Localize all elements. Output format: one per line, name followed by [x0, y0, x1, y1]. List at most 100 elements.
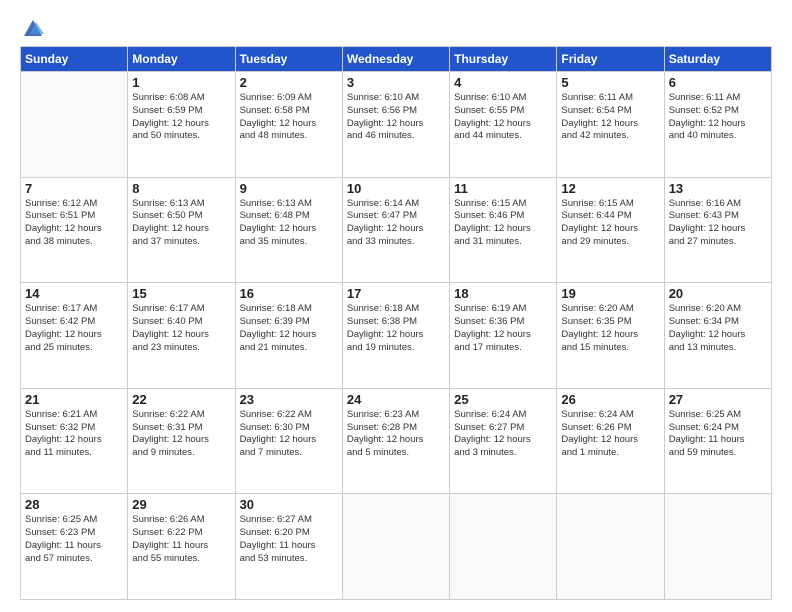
day-info: Sunrise: 6:24 AM Sunset: 6:26 PM Dayligh… — [561, 409, 659, 460]
day-info: Sunrise: 6:18 AM Sunset: 6:39 PM Dayligh… — [240, 303, 338, 354]
calendar-cell: 17 Sunrise: 6:18 AM Sunset: 6:38 PM Dayli… — [342, 283, 449, 389]
calendar-week-row: 7 Sunrise: 6:12 AM Sunset: 6:51 PM Daylig… — [21, 177, 772, 283]
calendar-cell: 5 Sunrise: 6:11 AM Sunset: 6:54 PM Daylig… — [557, 72, 664, 178]
day-number: 30 — [240, 497, 338, 512]
day-info: Sunrise: 6:15 AM Sunset: 6:44 PM Dayligh… — [561, 198, 659, 249]
day-number: 27 — [669, 392, 767, 407]
day-info: Sunrise: 6:11 AM Sunset: 6:52 PM Dayligh… — [669, 92, 767, 143]
calendar-cell — [557, 494, 664, 600]
day-info: Sunrise: 6:10 AM Sunset: 6:56 PM Dayligh… — [347, 92, 445, 143]
day-number: 25 — [454, 392, 552, 407]
calendar-cell — [342, 494, 449, 600]
day-info: Sunrise: 6:17 AM Sunset: 6:42 PM Dayligh… — [25, 303, 123, 354]
calendar-cell: 29Sunrise: 6:26 AM Sunset: 6:22 PM Dayli… — [128, 494, 235, 600]
day-number: 12 — [561, 181, 659, 196]
calendar-cell: 9Sunrise: 6:13 AM Sunset: 6:48 PM Daylig… — [235, 177, 342, 283]
calendar-week-row: 14 Sunrise: 6:17 AM Sunset: 6:42 PM Dayli… — [21, 283, 772, 389]
day-info: Sunrise: 6:26 AM Sunset: 6:22 PM Dayligh… — [132, 514, 230, 565]
day-number: 22 — [132, 392, 230, 407]
day-info: Sunrise: 6:14 AM Sunset: 6:47 PM Dayligh… — [347, 198, 445, 249]
day-number: 18 — [454, 286, 552, 301]
day-info: Sunrise: 6:27 AM Sunset: 6:20 PM Dayligh… — [240, 514, 338, 565]
calendar-cell — [21, 72, 128, 178]
day-number: 8 — [132, 181, 230, 196]
day-info: Sunrise: 6:20 AM Sunset: 6:34 PM Dayligh… — [669, 303, 767, 354]
day-number: 16 — [240, 286, 338, 301]
calendar-cell: 12 Sunrise: 6:15 AM Sunset: 6:44 PM Dayli… — [557, 177, 664, 283]
day-number: 26 — [561, 392, 659, 407]
day-number: 5 — [561, 75, 659, 90]
calendar-cell: 26 Sunrise: 6:24 AM Sunset: 6:26 PM Dayli… — [557, 388, 664, 494]
day-number: 1 — [132, 75, 230, 90]
calendar-cell: 25 Sunrise: 6:24 AM Sunset: 6:27 PM Dayli… — [450, 388, 557, 494]
day-info: Sunrise: 6:09 AM Sunset: 6:58 PM Dayligh… — [240, 92, 338, 143]
logo-icon — [22, 18, 44, 40]
day-info: Sunrise: 6:12 AM Sunset: 6:51 PM Dayligh… — [25, 198, 123, 249]
day-of-week-header: Sunday — [21, 47, 128, 72]
day-number: 14 — [25, 286, 123, 301]
day-info: Sunrise: 6:21 AM Sunset: 6:32 PM Dayligh… — [25, 409, 123, 460]
day-of-week-header: Tuesday — [235, 47, 342, 72]
day-number: 19 — [561, 286, 659, 301]
day-info: Sunrise: 6:16 AM Sunset: 6:43 PM Dayligh… — [669, 198, 767, 249]
calendar-cell: 30 Sunrise: 6:27 AM Sunset: 6:20 PM Dayli… — [235, 494, 342, 600]
calendar-cell: 10 Sunrise: 6:14 AM Sunset: 6:47 PM Dayli… — [342, 177, 449, 283]
day-info: Sunrise: 6:15 AM Sunset: 6:46 PM Dayligh… — [454, 198, 552, 249]
calendar-cell: 24Sunrise: 6:23 AM Sunset: 6:28 PM Dayli… — [342, 388, 449, 494]
calendar-cell: 3 Sunrise: 6:10 AM Sunset: 6:56 PM Daylig… — [342, 72, 449, 178]
day-number: 24 — [347, 392, 445, 407]
calendar-cell: 22 Sunrise: 6:22 AM Sunset: 6:31 PM Dayli… — [128, 388, 235, 494]
calendar-cell: 14 Sunrise: 6:17 AM Sunset: 6:42 PM Dayli… — [21, 283, 128, 389]
day-of-week-header: Saturday — [664, 47, 771, 72]
day-info: Sunrise: 6:18 AM Sunset: 6:38 PM Dayligh… — [347, 303, 445, 354]
calendar-cell: 23Sunrise: 6:22 AM Sunset: 6:30 PM Dayli… — [235, 388, 342, 494]
day-info: Sunrise: 6:13 AM Sunset: 6:50 PM Dayligh… — [132, 198, 230, 249]
day-number: 7 — [25, 181, 123, 196]
calendar-header-row: SundayMondayTuesdayWednesdayThursdayFrid… — [21, 47, 772, 72]
logo — [20, 18, 44, 38]
day-number: 3 — [347, 75, 445, 90]
day-info: Sunrise: 6:11 AM Sunset: 6:54 PM Dayligh… — [561, 92, 659, 143]
calendar-cell: 21 Sunrise: 6:21 AM Sunset: 6:32 PM Dayli… — [21, 388, 128, 494]
calendar-cell: 4 Sunrise: 6:10 AM Sunset: 6:55 PM Daylig… — [450, 72, 557, 178]
calendar-cell: 1 Sunrise: 6:08 AM Sunset: 6:59 PM Daylig… — [128, 72, 235, 178]
calendar-cell: 27 Sunrise: 6:25 AM Sunset: 6:24 PM Dayli… — [664, 388, 771, 494]
day-info: Sunrise: 6:20 AM Sunset: 6:35 PM Dayligh… — [561, 303, 659, 354]
day-of-week-header: Wednesday — [342, 47, 449, 72]
day-of-week-header: Thursday — [450, 47, 557, 72]
day-info: Sunrise: 6:17 AM Sunset: 6:40 PM Dayligh… — [132, 303, 230, 354]
day-info: Sunrise: 6:25 AM Sunset: 6:23 PM Dayligh… — [25, 514, 123, 565]
day-number: 13 — [669, 181, 767, 196]
day-info: Sunrise: 6:22 AM Sunset: 6:31 PM Dayligh… — [132, 409, 230, 460]
day-info: Sunrise: 6:08 AM Sunset: 6:59 PM Dayligh… — [132, 92, 230, 143]
calendar-cell — [664, 494, 771, 600]
calendar-week-row: 21 Sunrise: 6:21 AM Sunset: 6:32 PM Dayli… — [21, 388, 772, 494]
calendar-cell — [450, 494, 557, 600]
calendar-table: SundayMondayTuesdayWednesdayThursdayFrid… — [20, 46, 772, 600]
calendar-cell: 20 Sunrise: 6:20 AM Sunset: 6:34 PM Dayli… — [664, 283, 771, 389]
day-info: Sunrise: 6:25 AM Sunset: 6:24 PM Dayligh… — [669, 409, 767, 460]
day-number: 21 — [25, 392, 123, 407]
day-of-week-header: Monday — [128, 47, 235, 72]
calendar-cell: 8 Sunrise: 6:13 AM Sunset: 6:50 PM Daylig… — [128, 177, 235, 283]
day-info: Sunrise: 6:24 AM Sunset: 6:27 PM Dayligh… — [454, 409, 552, 460]
calendar-cell: 13 Sunrise: 6:16 AM Sunset: 6:43 PM Dayli… — [664, 177, 771, 283]
day-number: 20 — [669, 286, 767, 301]
calendar-cell: 2 Sunrise: 6:09 AM Sunset: 6:58 PM Daylig… — [235, 72, 342, 178]
day-info: Sunrise: 6:22 AM Sunset: 6:30 PM Dayligh… — [240, 409, 338, 460]
day-number: 2 — [240, 75, 338, 90]
day-number: 15 — [132, 286, 230, 301]
calendar-cell: 18Sunrise: 6:19 AM Sunset: 6:36 PM Dayli… — [450, 283, 557, 389]
day-number: 17 — [347, 286, 445, 301]
day-number: 10 — [347, 181, 445, 196]
day-info: Sunrise: 6:13 AM Sunset: 6:48 PM Dayligh… — [240, 198, 338, 249]
calendar-cell: 6 Sunrise: 6:11 AM Sunset: 6:52 PM Daylig… — [664, 72, 771, 178]
calendar-cell: 19 Sunrise: 6:20 AM Sunset: 6:35 PM Dayli… — [557, 283, 664, 389]
calendar-cell: 7 Sunrise: 6:12 AM Sunset: 6:51 PM Daylig… — [21, 177, 128, 283]
day-info: Sunrise: 6:10 AM Sunset: 6:55 PM Dayligh… — [454, 92, 552, 143]
header — [20, 18, 772, 38]
day-number: 6 — [669, 75, 767, 90]
calendar-cell: 28 Sunrise: 6:25 AM Sunset: 6:23 PM Dayli… — [21, 494, 128, 600]
day-number: 4 — [454, 75, 552, 90]
day-number: 28 — [25, 497, 123, 512]
